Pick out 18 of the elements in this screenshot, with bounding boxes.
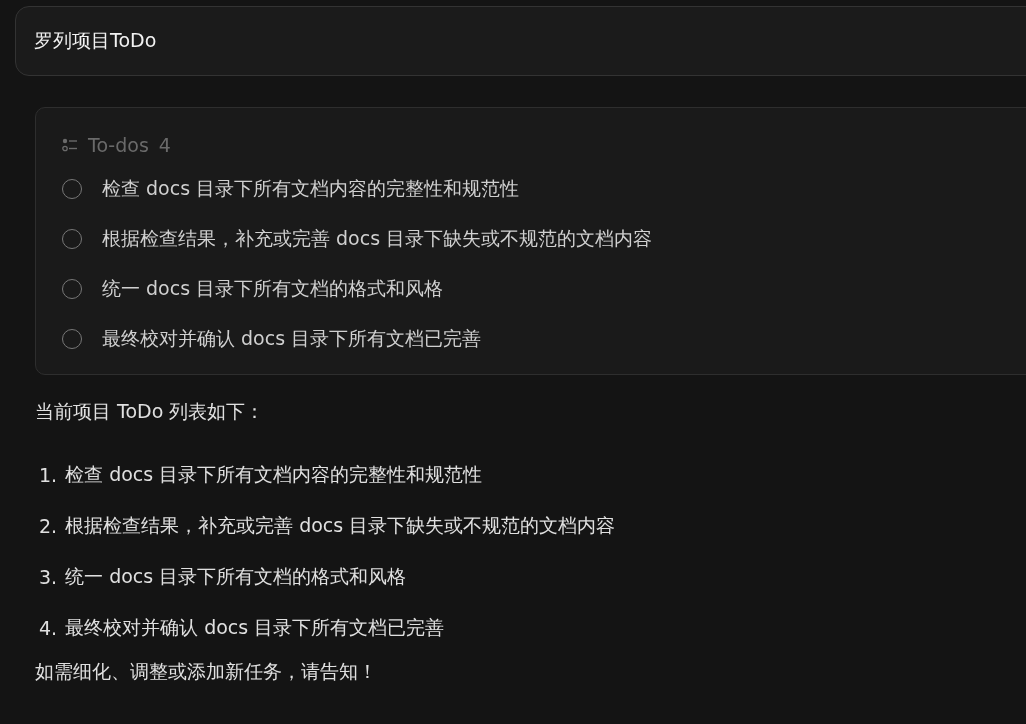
todo-text: 统一 docs 目录下所有文档的格式和风格: [102, 276, 444, 301]
todo-text: 根据检查结果，补充或完善 docs 目录下缺失或不规范的文档内容: [102, 226, 653, 251]
reply-intro: 当前项目 ToDo 列表如下：: [35, 399, 266, 424]
list-number: 1.: [39, 463, 58, 486]
list-item-text: 最终校对并确认 docs 目录下所有文档已完善: [65, 614, 445, 640]
list-item-text: 根据检查结果，补充或完善 docs 目录下缺失或不规范的文档内容: [65, 512, 616, 538]
todos-title: To-dos: [88, 134, 149, 156]
list-item-text: 检查 docs 目录下所有文档内容的完整性和规范性: [65, 461, 483, 487]
reply-closing: 如需细化、调整或添加新任务，请告知！: [35, 659, 378, 684]
todo-text: 检查 docs 目录下所有文档内容的完整性和规范性: [102, 176, 520, 201]
todos-count: 4: [158, 134, 171, 156]
list-number: 3.: [39, 565, 58, 588]
list-number: 4.: [39, 616, 58, 639]
checklist-icon: [62, 138, 78, 152]
user-message: 罗列项目ToDo: [15, 6, 1026, 76]
list-item-text: 统一 docs 目录下所有文档的格式和风格: [65, 563, 407, 589]
list-number: 2.: [39, 514, 58, 537]
todo-text: 最终校对并确认 docs 目录下所有文档已完善: [102, 326, 482, 351]
